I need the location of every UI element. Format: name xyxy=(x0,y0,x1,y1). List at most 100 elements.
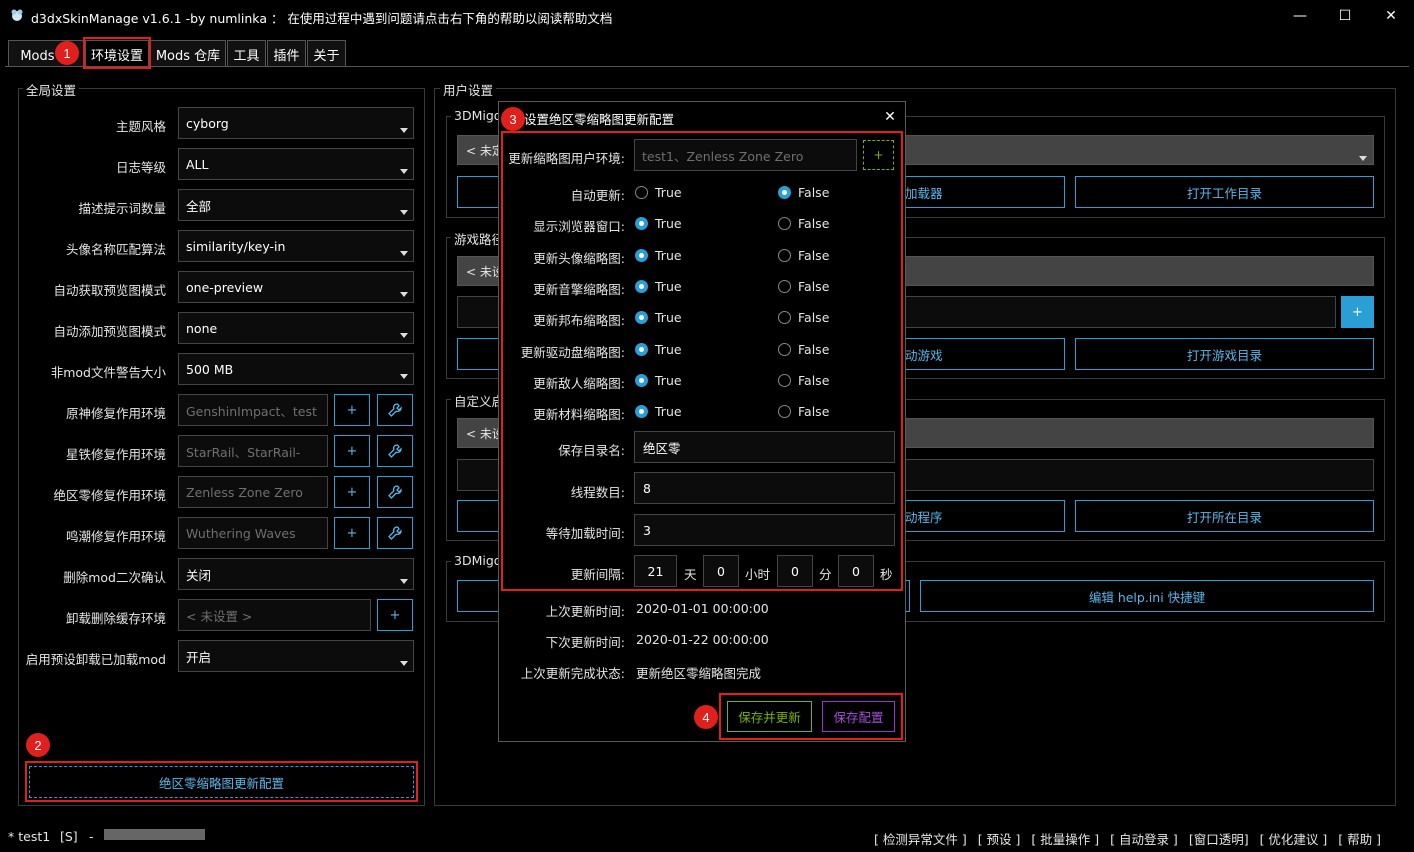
select-value: 全部 xyxy=(186,198,212,214)
tab-label: 插件 xyxy=(273,48,300,64)
progress-bar xyxy=(104,829,205,840)
close-button[interactable]: ✕ xyxy=(1368,0,1414,32)
select-value: none xyxy=(186,320,218,336)
add-cache-env-button[interactable]: + xyxy=(377,599,413,631)
chevron-down-icon xyxy=(400,333,408,338)
open-game-dir-button[interactable]: 打开游戏目录 xyxy=(1075,338,1374,370)
setting-label: 自动获取预览图模式 xyxy=(53,283,166,298)
wrench-icon[interactable] xyxy=(377,517,413,549)
wrench-icon[interactable] xyxy=(377,435,413,467)
status-link[interactable]: [ 检测异常文件 ] xyxy=(874,829,967,848)
select-value: cyborg xyxy=(186,115,229,131)
maximize-button[interactable]: ☐ xyxy=(1322,0,1368,32)
last-update-value: 2020-01-01 00:00:00 xyxy=(636,601,769,616)
last-status-label: 上次更新完成状态: xyxy=(520,666,625,681)
select-value: similarity/key-in xyxy=(186,238,286,254)
migoto-help-group-title: 3DMigo xyxy=(451,553,505,568)
status-link[interactable]: [ 预设 ] xyxy=(978,829,1021,848)
add-starrail-env-button[interactable]: + xyxy=(334,435,370,467)
setting-label: 日志等级 xyxy=(115,160,166,175)
next-update-label: 下次更新时间: xyxy=(545,635,625,650)
tab-label: Mods 仓库 xyxy=(155,48,221,64)
setting-label: 删除mod二次确认 xyxy=(63,570,166,585)
chevron-down-icon xyxy=(400,251,408,256)
tab-label: 关于 xyxy=(313,48,340,64)
add-game-path-button[interactable]: + xyxy=(1341,296,1374,328)
button-label: 动程序 xyxy=(905,509,943,525)
dialog-title: 设置绝区零缩略图更新配置 xyxy=(524,112,675,127)
setting-label: 非mod文件警告大小 xyxy=(50,365,166,380)
setting-label: 描述提示词数量 xyxy=(78,201,166,216)
starrail-fix-env-field[interactable]: StarRail、StarRail- xyxy=(178,435,328,467)
minimize-button[interactable]: — xyxy=(1277,0,1323,32)
edit-help-ini-button[interactable]: 编辑 help.ini 快捷键 xyxy=(920,580,1374,612)
last-update-label: 上次更新时间: xyxy=(545,604,625,619)
zzz-fix-env-field[interactable]: Zenless Zone Zero xyxy=(178,476,328,508)
user-settings-title: 用户设置 xyxy=(440,80,497,99)
annotation-box-1 xyxy=(83,37,151,69)
button-label: 动游戏 xyxy=(905,347,943,363)
chevron-down-icon xyxy=(400,128,408,133)
select-value: 开启 xyxy=(186,649,212,665)
annotation-box-4 xyxy=(719,693,903,740)
chevron-down-icon xyxy=(400,661,408,666)
preset-unload-select[interactable]: 开启 xyxy=(178,640,414,672)
setting-label: 启用预设卸载已加载mod xyxy=(25,652,166,667)
setting-label: 鸣潮修复作用环境 xyxy=(65,529,166,544)
genshin-fix-env-field[interactable]: GenshinImpact、test xyxy=(178,394,328,426)
tab-mods-warehouse[interactable]: Mods 仓库 xyxy=(150,40,226,67)
chevron-down-icon xyxy=(400,210,408,215)
global-settings-title: 全局设置 xyxy=(23,80,80,99)
status-link[interactable]: [ 批量操作 ] xyxy=(1031,829,1099,848)
add-genshin-env-button[interactable]: + xyxy=(334,394,370,426)
setting-label: 主题风格 xyxy=(115,119,166,134)
select-value: 关闭 xyxy=(186,567,212,583)
theme-select[interactable]: cyborg xyxy=(178,107,414,139)
status-link[interactable]: [ 帮助 ] xyxy=(1338,829,1381,848)
delete-confirm-select[interactable]: 关闭 xyxy=(178,558,414,590)
tab-label: 工具 xyxy=(233,48,260,64)
status-link[interactable]: [ 自动登录 ] xyxy=(1110,829,1178,848)
add-wuwa-env-button[interactable]: + xyxy=(334,517,370,549)
chevron-down-icon xyxy=(1359,156,1367,161)
uninstall-cache-env-field[interactable]: < 未设置 > xyxy=(178,599,371,631)
tab-tools[interactable]: 工具 xyxy=(227,40,266,67)
log-level-select[interactable]: ALL xyxy=(178,148,414,180)
annotation-box-3 xyxy=(501,131,903,591)
tabs-divider xyxy=(5,66,1409,67)
wrench-icon[interactable] xyxy=(377,476,413,508)
setting-label: 星铁修复作用环境 xyxy=(65,447,166,462)
app-logo-icon xyxy=(10,8,24,22)
status-link[interactable]: [ 优化建议 ] xyxy=(1260,829,1328,848)
tab-plugins[interactable]: 插件 xyxy=(267,40,306,67)
select-value: one-preview xyxy=(186,279,264,295)
auto-add-preview-select[interactable]: none xyxy=(178,312,414,344)
setting-label: 原神修复作用环境 xyxy=(65,406,166,421)
annotation-box-2 xyxy=(25,761,418,802)
avatar-match-algorithm-select[interactable]: similarity/key-in xyxy=(178,230,414,262)
tab-about[interactable]: 关于 xyxy=(307,40,346,67)
annotation-badge-4: 4 xyxy=(694,705,718,729)
last-status-value: 更新绝区零缩略图完成 xyxy=(636,666,762,681)
dialog-close-icon[interactable]: ✕ xyxy=(879,106,901,128)
description-keyword-count-select[interactable]: 全部 xyxy=(178,189,414,221)
current-user: * test1 xyxy=(8,829,51,844)
open-program-dir-button[interactable]: 打开所在目录 xyxy=(1075,500,1374,532)
setting-label: 头像名称匹配算法 xyxy=(65,242,166,257)
chevron-down-icon xyxy=(400,292,408,297)
auto-fetch-preview-select[interactable]: one-preview xyxy=(178,271,414,303)
next-update-value: 2020-01-22 00:00:00 xyxy=(636,632,769,647)
non-mod-warning-size-select[interactable]: 500 MB xyxy=(178,353,414,385)
button-label: 加载器 xyxy=(905,185,943,201)
add-zzz-env-button[interactable]: + xyxy=(334,476,370,508)
status-link[interactable]: [窗口透明] xyxy=(1189,829,1249,848)
slot-indicator: [S] xyxy=(60,829,78,844)
open-work-dir-button[interactable]: 打开工作目录 xyxy=(1075,176,1374,208)
annotation-badge-1: 1 xyxy=(55,41,79,65)
separator-dash: - xyxy=(89,829,94,844)
wuwa-fix-env-field[interactable]: Wuthering Waves xyxy=(178,517,328,549)
chevron-down-icon xyxy=(400,579,408,584)
wrench-icon[interactable] xyxy=(377,394,413,426)
chevron-down-icon xyxy=(400,374,408,379)
status-links: [ 检测异常文件 ] [ 预设 ] [ 批量操作 ] [ 自动登录 ] [窗口透明] [ … xyxy=(874,829,1381,848)
